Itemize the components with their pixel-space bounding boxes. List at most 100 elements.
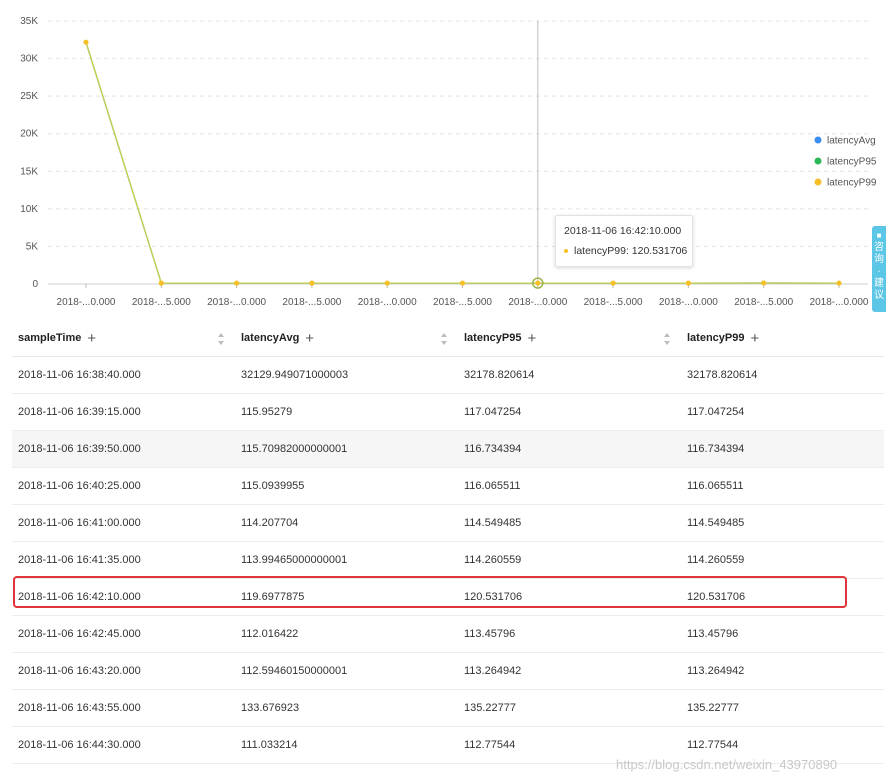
- feedback-side-tab[interactable]: ■ 咨 询 · 建 议: [872, 226, 886, 312]
- table-cell-latencyp95: 116.734394: [458, 430, 681, 468]
- tooltip-value: latencyP99: 120.531706: [574, 245, 688, 257]
- table-cell-latencyp99: 113.45796: [681, 615, 884, 653]
- add-column-icon[interactable]: +: [750, 330, 759, 347]
- column-title: latencyP99: [687, 332, 745, 344]
- column-header-latencyp99[interactable]: latencyP99 +: [681, 320, 884, 357]
- table-row[interactable]: 2018-11-06 16:42:10.000 119.6977875 120.53…: [12, 578, 884, 616]
- sort-icon[interactable]: [664, 333, 671, 345]
- column-header-sampletime[interactable]: sampleTime +: [12, 320, 235, 357]
- y-tick-label: 10K: [20, 204, 38, 215]
- data-point[interactable]: [535, 280, 541, 286]
- table-cell-sampletime: 2018-11-06 16:38:40.000: [12, 356, 235, 394]
- table-row[interactable]: 2018-11-06 16:43:20.000 112.5946015000000…: [12, 652, 884, 690]
- x-tick-label: 2018-...5.000: [734, 297, 793, 308]
- table-cell-latencyp95: 117.047254: [458, 393, 681, 431]
- column-header-latencyp95[interactable]: latencyP95 +: [458, 320, 681, 357]
- table-row[interactable]: 2018-11-06 16:41:00.000 114.207704 114.549…: [12, 504, 884, 542]
- data-point[interactable]: [836, 280, 842, 286]
- data-point[interactable]: [761, 280, 767, 286]
- side-tab-icon: ■: [876, 231, 882, 240]
- add-column-icon[interactable]: +: [87, 330, 96, 347]
- data-point[interactable]: [234, 280, 240, 286]
- legend-label[interactable]: latencyAvg: [827, 136, 876, 147]
- x-tick-label: 2018-...0.000: [57, 297, 116, 308]
- table-cell-latencyp99: 117.047254: [681, 393, 884, 431]
- chart-panel: 0 5K 10K 15K 20K 25K 30K 35K 2018-...0.000 2018-.…: [0, 0, 896, 318]
- legend-marker[interactable]: [814, 157, 822, 165]
- sort-icon[interactable]: [441, 333, 448, 345]
- x-tick-label: 2018-...0.000: [508, 297, 567, 308]
- table-row[interactable]: 2018-11-06 16:40:25.000 115.0939955 116.06…: [12, 467, 884, 505]
- data-point[interactable]: [158, 280, 164, 286]
- table-row[interactable]: 2018-11-06 16:42:45.000 112.016422 113.457…: [12, 615, 884, 653]
- table-cell-latencyavg: 115.70982000000001: [235, 430, 458, 468]
- y-tick-label: 20K: [20, 129, 38, 140]
- table-row[interactable]: 2018-11-06 16:41:35.000 113.9946500000000…: [12, 541, 884, 579]
- table-cell-sampletime: 2018-11-06 16:43:20.000: [12, 652, 235, 690]
- table-cell-sampletime: 2018-11-06 16:39:50.000: [12, 430, 235, 468]
- latency-line-chart[interactable]: 0 5K 10K 15K 20K 25K 30K 35K 2018-...0.000 2018-.…: [0, 0, 896, 318]
- table-cell-latencyavg: 133.676923: [235, 689, 458, 727]
- data-point[interactable]: [685, 280, 692, 286]
- series-line-latencyp95: [85, 42, 840, 284]
- legend-marker[interactable]: [814, 136, 822, 144]
- y-tick-label: 0: [32, 279, 38, 290]
- table-cell-latencyp99: 120.531706: [681, 578, 884, 616]
- column-title: sampleTime: [18, 332, 82, 344]
- data-point[interactable]: [610, 280, 616, 286]
- legend-label[interactable]: latencyP95: [827, 157, 877, 168]
- table-cell-latencyp95: 114.549485: [458, 504, 681, 542]
- add-column-icon[interactable]: +: [305, 330, 314, 347]
- y-tick-label: 35K: [20, 16, 38, 27]
- x-tick-label: 2018-...5.000: [282, 297, 341, 308]
- watermark: https://blog.csdn.net/weixin_43970890: [616, 757, 838, 772]
- chart-tooltip: 2018-11-06 16:42:10.000 latencyP99: 120.…: [555, 215, 693, 267]
- y-tick-label: 30K: [20, 54, 38, 65]
- table-cell-latencyp95: 135.22777: [458, 689, 681, 727]
- table-cell-latencyp95: 113.45796: [458, 615, 681, 653]
- table-cell-latencyavg: 32129.949071000003: [235, 356, 458, 394]
- table-cell-sampletime: 2018-11-06 16:40:25.000: [12, 467, 235, 505]
- table-cell-sampletime: 2018-11-06 16:43:55.000: [12, 689, 235, 727]
- table-cell-latencyavg: 115.0939955: [235, 467, 458, 505]
- legend-label[interactable]: latencyP99: [827, 178, 877, 189]
- sort-icon[interactable]: [218, 333, 225, 345]
- table-row[interactable]: 2018-11-06 16:38:40.000 32129.94907100000…: [12, 356, 884, 394]
- series-line-latencyavg: [85, 42, 840, 284]
- table-cell-latencyavg: 113.99465000000001: [235, 541, 458, 579]
- y-tick-label: 25K: [20, 91, 38, 102]
- data-point[interactable]: [384, 280, 390, 286]
- table-row[interactable]: 2018-11-06 16:39:15.000 115.95279 117.0472…: [12, 393, 884, 431]
- legend-marker[interactable]: [814, 178, 822, 186]
- table-row[interactable]: 2018-11-06 16:43:55.000 133.676923 135.227…: [12, 689, 884, 727]
- add-column-icon[interactable]: +: [527, 330, 536, 347]
- side-tab-char: 议: [874, 290, 884, 301]
- x-tick-label: 2018-...5.000: [433, 297, 492, 308]
- table-cell-latencyp99: 32178.820614: [681, 356, 884, 394]
- x-tick-label: 2018-...0.000: [358, 297, 417, 308]
- side-tab-char: 询: [874, 254, 884, 265]
- table-row[interactable]: 2018-11-06 16:39:50.000 115.7098200000000…: [12, 430, 884, 468]
- side-tab-char: 咨: [874, 242, 884, 253]
- data-point[interactable]: [309, 280, 315, 286]
- column-header-latencyavg[interactable]: latencyAvg +: [235, 320, 458, 357]
- side-tab-char: 建: [874, 278, 884, 289]
- table-cell-latencyp99: 114.549485: [681, 504, 884, 542]
- table-cell-latencyp95: 114.260559: [458, 541, 681, 579]
- table-cell-latencyp99: 135.22777: [681, 689, 884, 727]
- table-cell-latencyp95: 113.264942: [458, 652, 681, 690]
- data-point[interactable]: [83, 39, 89, 45]
- table-body: 2018-11-06 16:38:40.000 32129.94907100000…: [12, 356, 884, 764]
- y-tick-label: 15K: [20, 166, 38, 177]
- series-line-latencyp99: [85, 42, 840, 284]
- table-cell-sampletime: 2018-11-06 16:42:10.000: [12, 578, 235, 616]
- data-point[interactable]: [459, 280, 466, 286]
- tooltip-time: 2018-11-06 16:42:10.000: [564, 225, 682, 237]
- table-cell-latencyavg: 112.016422: [235, 615, 458, 653]
- table-cell-sampletime: 2018-11-06 16:39:15.000: [12, 393, 235, 431]
- table-cell-latencyp99: 113.264942: [681, 652, 884, 690]
- table-header-row: sampleTime + latencyAvg + latencyP95 + late…: [12, 320, 884, 357]
- side-tab-char: ·: [877, 266, 881, 277]
- table-cell-latencyavg: 114.207704: [235, 504, 458, 542]
- table-cell-latencyp95: 120.531706: [458, 578, 681, 616]
